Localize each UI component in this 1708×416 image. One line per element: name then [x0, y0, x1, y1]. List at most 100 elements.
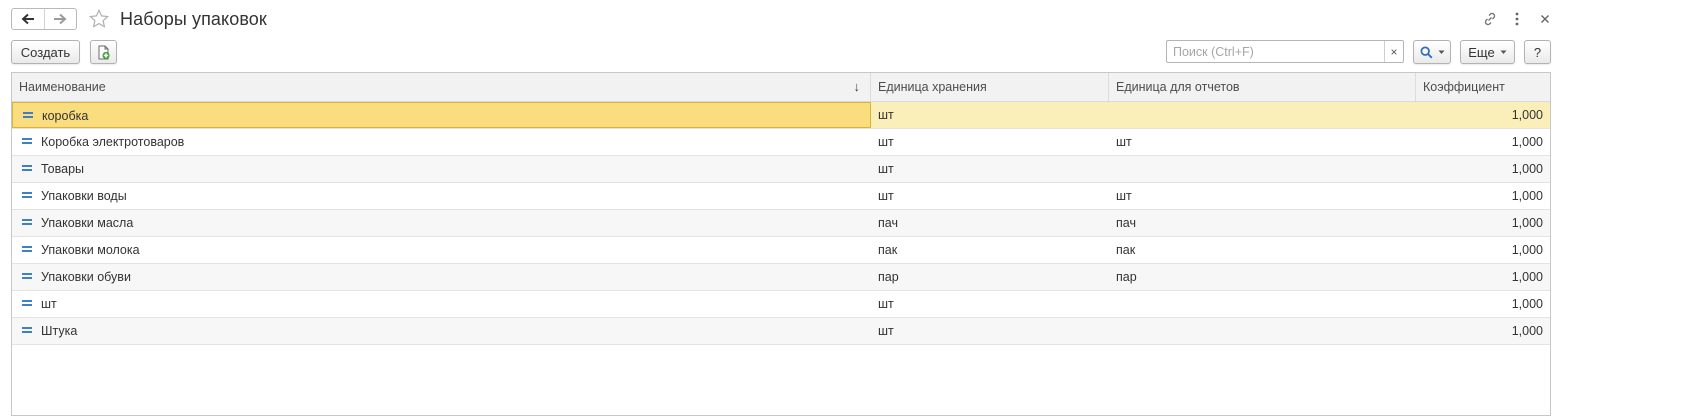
cell-report-unit[interactable]: шт	[1109, 129, 1416, 155]
table-row[interactable]: Упаковки воды шт шт 1,000	[12, 183, 1550, 210]
table-row[interactable]: коробка шт 1,000	[12, 102, 1550, 129]
cell-coefficient[interactable]: 1,000	[1416, 264, 1550, 290]
cell-report-unit[interactable]: пар	[1109, 264, 1416, 290]
cell-report-unit[interactable]: шт	[1109, 183, 1416, 209]
help-button[interactable]: ?	[1524, 40, 1551, 64]
arrow-right-icon	[54, 13, 67, 25]
cell-storage-unit[interactable]: шт	[871, 156, 1109, 182]
cell-coefficient[interactable]: 1,000	[1416, 210, 1550, 236]
column-header-name[interactable]: Наименование ↓	[12, 73, 871, 101]
list-item-icon	[22, 300, 32, 306]
cell-name[interactable]: Упаковки масла	[12, 210, 871, 236]
cell-coefficient[interactable]: 1,000	[1416, 156, 1550, 182]
cell-name[interactable]: шт	[12, 291, 871, 317]
star-icon	[89, 8, 109, 28]
list-item-icon	[22, 246, 32, 252]
cell-name[interactable]: Упаковки молока	[12, 237, 871, 263]
chevron-down-icon	[1438, 50, 1444, 54]
chevron-down-icon	[1500, 50, 1507, 54]
create-button-label: Создать	[20, 44, 71, 60]
page-title: Наборы упаковок	[120, 9, 267, 29]
list-item-icon	[22, 138, 32, 144]
cell-name[interactable]: Товары	[12, 156, 871, 182]
cell-report-unit[interactable]	[1109, 291, 1416, 317]
search-clear-button[interactable]: ×	[1384, 41, 1403, 62]
table-row[interactable]: Упаковки масла пач пач 1,000	[12, 210, 1550, 237]
table-row[interactable]: Штука шт 1,000	[12, 318, 1550, 345]
column-header-coefficient[interactable]: Коэффициент	[1416, 73, 1550, 101]
cell-name-text: Упаковки обуви	[41, 270, 131, 284]
list-item-icon	[23, 112, 33, 118]
cell-storage-unit[interactable]: шт	[871, 183, 1109, 209]
table-row[interactable]: Упаковки молока пак пак 1,000	[12, 237, 1550, 264]
cell-name-text: Штука	[41, 324, 78, 338]
table-row[interactable]: Коробка электротоваров шт шт 1,000	[12, 129, 1550, 156]
column-header-label: Единица для отчетов	[1116, 80, 1240, 94]
list-item-icon	[22, 327, 32, 333]
column-header-label: Коэффициент	[1423, 80, 1505, 94]
create-copy-button[interactable]	[90, 40, 117, 64]
cell-coefficient[interactable]: 1,000	[1416, 129, 1550, 155]
forward-button[interactable]	[43, 9, 77, 29]
cell-name-text: Упаковки масла	[41, 216, 134, 230]
back-button[interactable]	[12, 9, 44, 29]
cell-name[interactable]: Коробка электротоваров	[12, 129, 871, 155]
create-copy-icon	[98, 45, 110, 59]
cell-coefficient[interactable]: 1,000	[1416, 102, 1550, 128]
packaging-sets-table: Наименование ↓ Единица хранения Единица …	[11, 72, 1551, 416]
cell-storage-unit[interactable]: шт	[871, 102, 1109, 128]
favorite-button[interactable]	[87, 7, 111, 31]
cell-name[interactable]: коробка	[12, 102, 871, 128]
table-row[interactable]: шт шт 1,000	[12, 291, 1550, 318]
cell-name[interactable]: Штука	[12, 318, 871, 344]
table-row[interactable]: Товары шт 1,000	[12, 156, 1550, 183]
table-header: Наименование ↓ Единица хранения Единица …	[12, 73, 1550, 102]
column-header-storage-unit[interactable]: Единица хранения	[871, 73, 1109, 101]
list-item-icon	[22, 192, 32, 198]
window-header: Наборы упаковок	[0, 0, 1708, 40]
cell-report-unit[interactable]	[1109, 102, 1416, 128]
cell-coefficient[interactable]: 1,000	[1416, 237, 1550, 263]
more-menu-button[interactable]: Еще	[1460, 40, 1515, 64]
list-item-icon	[22, 219, 32, 225]
cell-name-text: коробка	[42, 109, 89, 123]
cell-name-text: Упаковки молока	[41, 243, 140, 257]
more-vertical-icon	[1515, 12, 1519, 26]
list-item-icon	[22, 273, 32, 279]
cell-storage-unit[interactable]: шт	[871, 129, 1109, 155]
cell-name-text: Коробка электротоваров	[41, 135, 185, 149]
cell-report-unit[interactable]	[1109, 318, 1416, 344]
cell-name-text: Упаковки воды	[41, 189, 127, 203]
cell-name[interactable]: Упаковки воды	[12, 183, 871, 209]
help-label: ?	[1533, 44, 1542, 60]
cell-storage-unit[interactable]: шт	[871, 318, 1109, 344]
search-field: ×	[1166, 40, 1404, 63]
more-actions-button[interactable]	[1508, 10, 1526, 28]
cell-storage-unit[interactable]: пач	[871, 210, 1109, 236]
close-icon	[1541, 15, 1549, 23]
search-button[interactable]	[1413, 40, 1451, 64]
cell-name[interactable]: Упаковки обуви	[12, 264, 871, 290]
create-button[interactable]: Создать	[11, 40, 80, 64]
cell-coefficient[interactable]: 1,000	[1416, 291, 1550, 317]
cell-storage-unit[interactable]: пар	[871, 264, 1109, 290]
close-button[interactable]	[1536, 10, 1554, 28]
sort-down-icon: ↓	[853, 79, 861, 94]
cell-storage-unit[interactable]: пак	[871, 237, 1109, 263]
cell-name-text: шт	[41, 297, 57, 311]
column-header-report-unit[interactable]: Единица для отчетов	[1109, 73, 1416, 101]
link-button[interactable]	[1481, 10, 1499, 28]
cell-report-unit[interactable]	[1109, 156, 1416, 182]
close-icon: ×	[1390, 44, 1398, 59]
list-item-icon	[22, 165, 32, 171]
table-row[interactable]: Упаковки обуви пар пар 1,000	[12, 264, 1550, 291]
cell-report-unit[interactable]: пач	[1109, 210, 1416, 236]
search-input[interactable]	[1167, 41, 1384, 62]
arrow-left-icon	[21, 13, 34, 25]
cell-coefficient[interactable]: 1,000	[1416, 183, 1550, 209]
cell-coefficient[interactable]: 1,000	[1416, 318, 1550, 344]
link-icon	[1484, 12, 1496, 26]
cell-storage-unit[interactable]: шт	[871, 291, 1109, 317]
cell-report-unit[interactable]: пак	[1109, 237, 1416, 263]
cell-name-text: Товары	[41, 162, 84, 176]
